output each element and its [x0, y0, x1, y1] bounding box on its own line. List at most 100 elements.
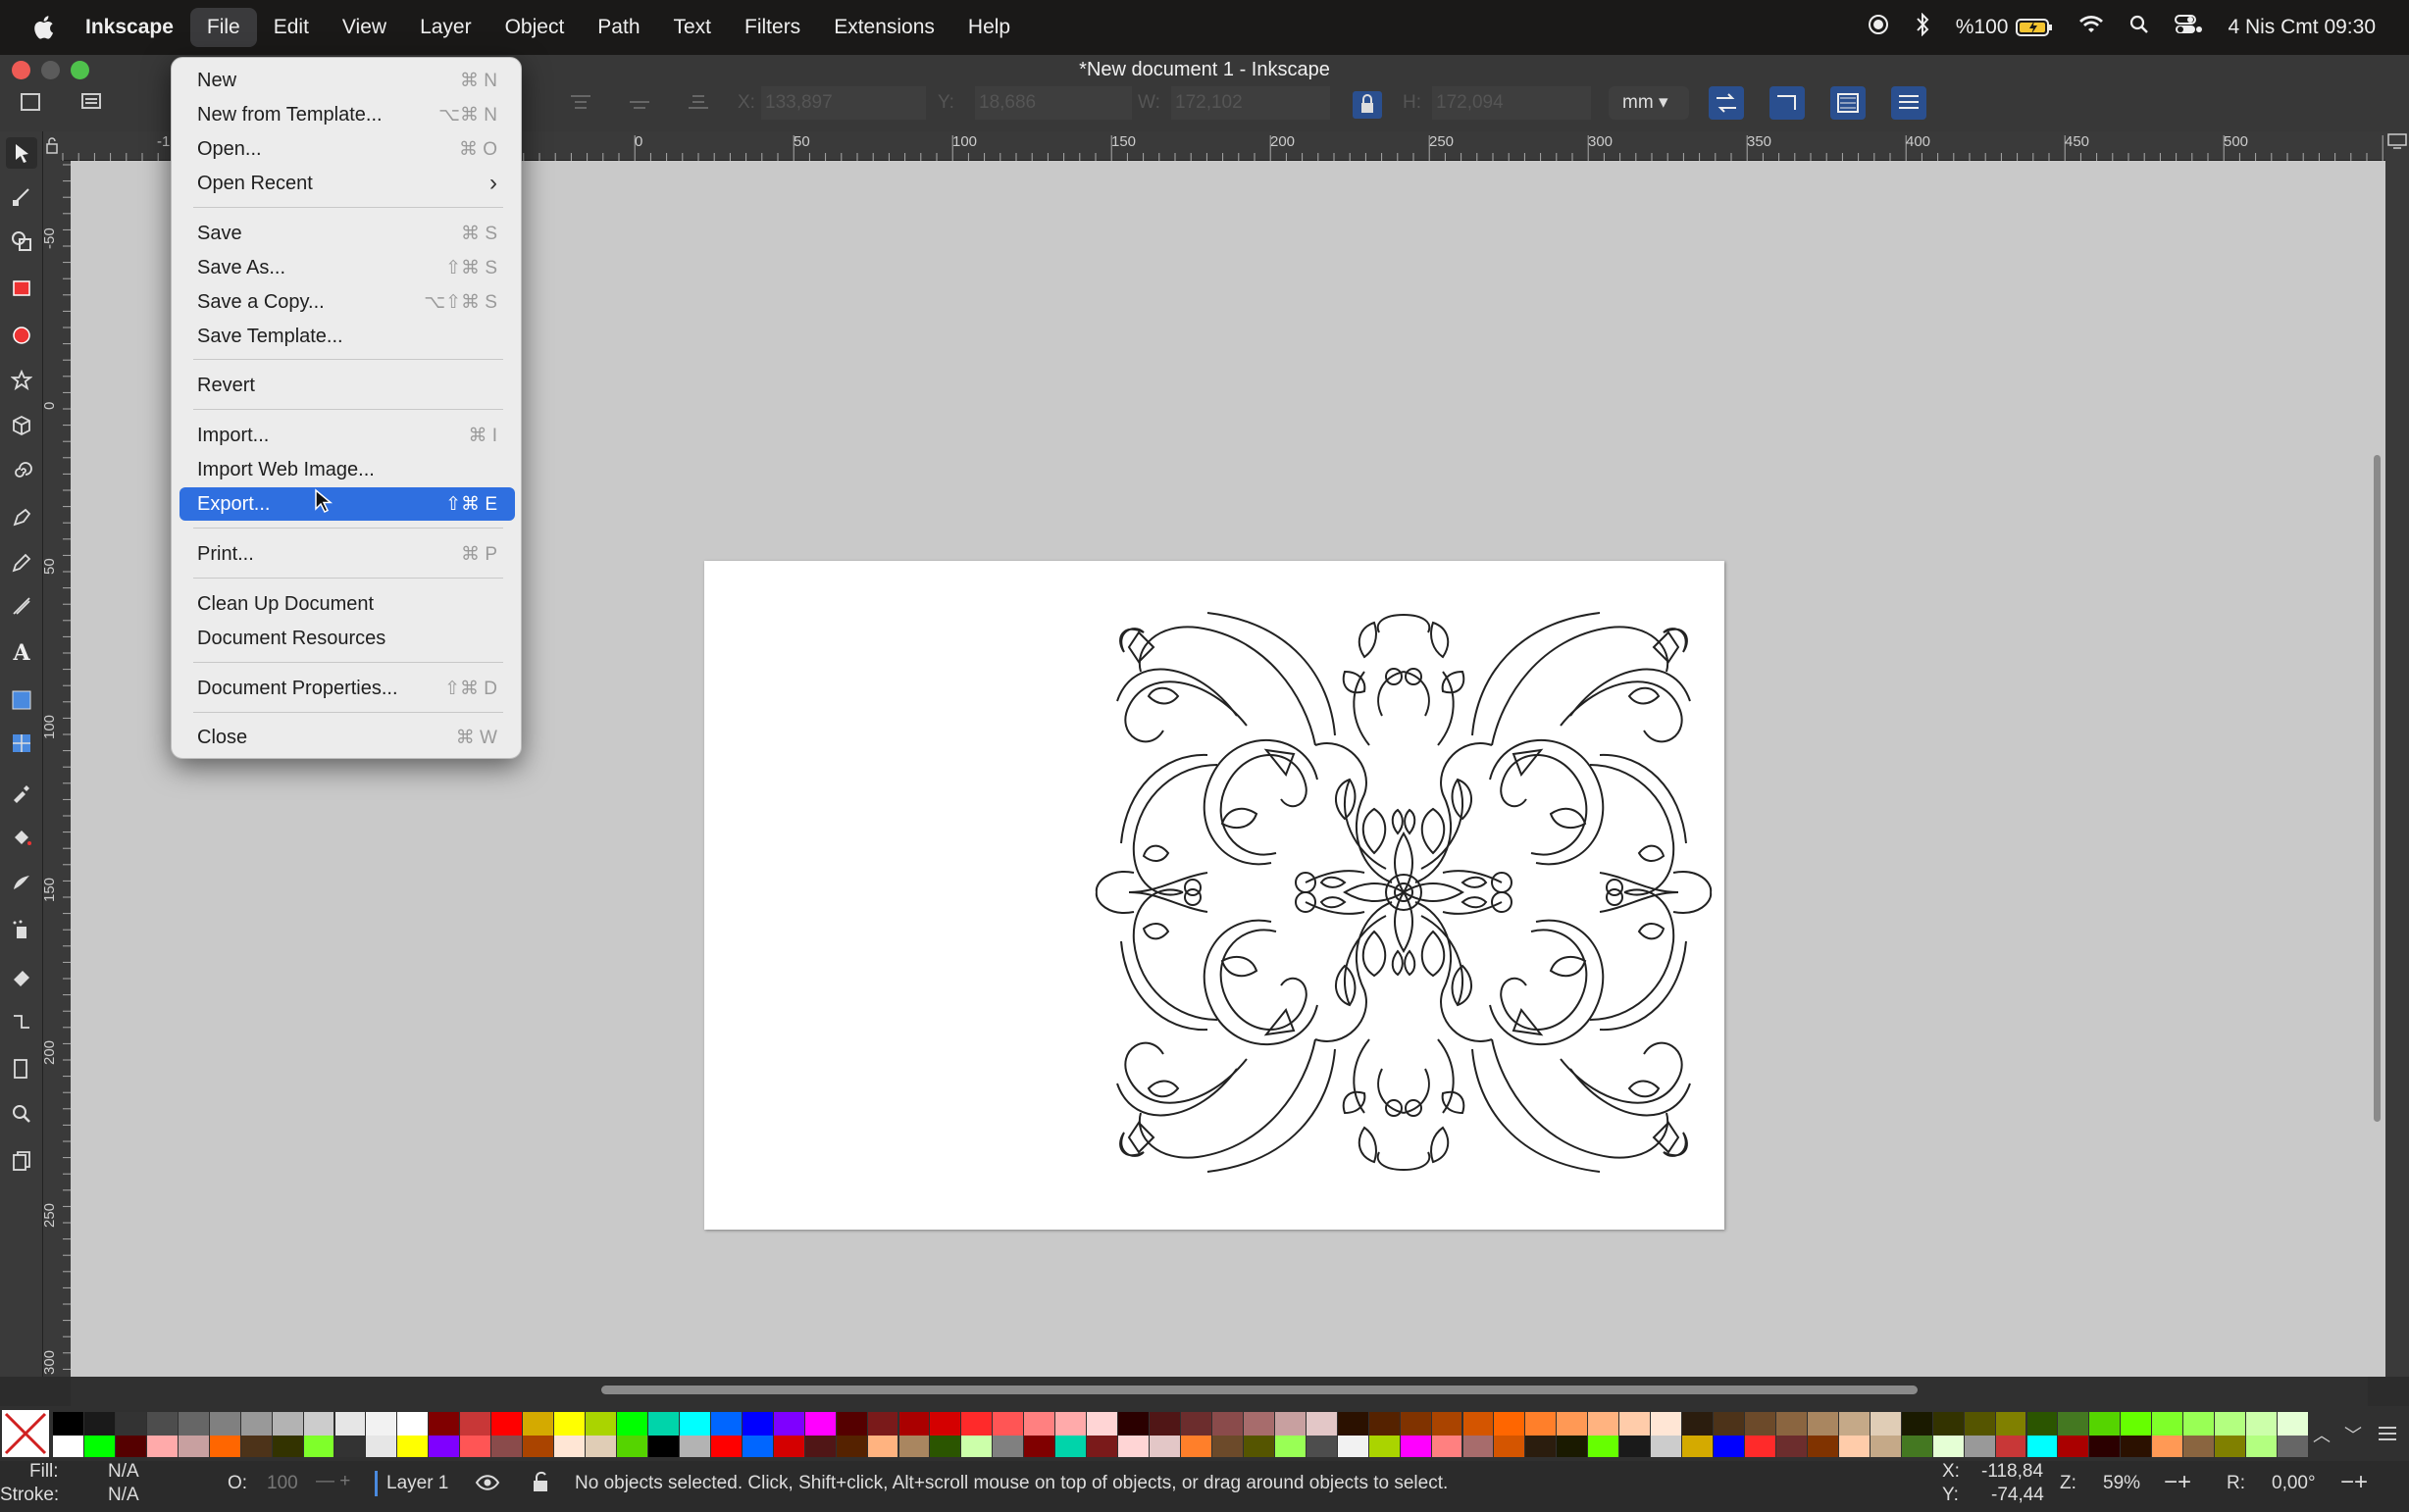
- color-swatch[interactable]: [554, 1436, 586, 1457]
- color-swatch[interactable]: [303, 1412, 334, 1437]
- color-swatch[interactable]: [1619, 1412, 1651, 1437]
- star-tool-icon[interactable]: [6, 365, 37, 396]
- color-swatch[interactable]: [491, 1436, 523, 1457]
- color-swatch[interactable]: [773, 1436, 804, 1457]
- color-swatch[interactable]: [2278, 1412, 2308, 1437]
- color-swatch[interactable]: [2246, 1412, 2278, 1437]
- zoom-input[interactable]: 59%: [2103, 1473, 2140, 1494]
- unit-select[interactable]: mm ▾: [1609, 86, 1689, 120]
- color-swatch[interactable]: [993, 1412, 1024, 1437]
- menu-item-document-resources[interactable]: Document Resources: [179, 622, 515, 655]
- window-zoom-button[interactable]: [71, 61, 89, 79]
- eraser-tool-icon[interactable]: [6, 961, 37, 992]
- color-swatch[interactable]: [1964, 1436, 1995, 1457]
- zoom-tool-icon[interactable]: [6, 1098, 37, 1130]
- raise-icon[interactable]: [569, 92, 592, 112]
- color-swatch[interactable]: [647, 1436, 679, 1457]
- color-swatch[interactable]: [836, 1412, 867, 1437]
- color-swatch[interactable]: [1494, 1412, 1525, 1437]
- color-swatch[interactable]: [240, 1412, 272, 1437]
- color-swatch[interactable]: [1807, 1436, 1838, 1457]
- color-swatch[interactable]: [1932, 1412, 1964, 1437]
- color-swatch[interactable]: [1337, 1436, 1368, 1457]
- menu-item-new-from-template[interactable]: New from Template... ⌥⌘ N: [179, 98, 515, 131]
- menu-item-import-web-image[interactable]: Import Web Image...: [179, 453, 515, 486]
- color-swatch[interactable]: [742, 1436, 773, 1457]
- color-swatch[interactable]: [2089, 1412, 2121, 1437]
- color-swatch[interactable]: [1901, 1412, 1932, 1437]
- menu-item-save-a-copy[interactable]: Save a Copy... ⌥⇧⌘ S: [179, 285, 515, 319]
- color-swatch[interactable]: [617, 1412, 647, 1437]
- color-swatch[interactable]: [523, 1412, 554, 1437]
- color-swatch[interactable]: [178, 1412, 209, 1437]
- color-swatch[interactable]: [240, 1436, 272, 1457]
- color-swatch[interactable]: [1745, 1412, 1775, 1437]
- color-swatch[interactable]: [272, 1436, 303, 1457]
- color-swatch[interactable]: [460, 1412, 491, 1437]
- color-swatch[interactable]: [1400, 1436, 1431, 1457]
- menu-item-new[interactable]: New ⌘ N: [179, 64, 515, 97]
- menu-object[interactable]: Object: [488, 8, 582, 47]
- color-swatch[interactable]: [1306, 1436, 1337, 1457]
- palette-scroll-up-icon[interactable]: ︿: [2313, 1422, 2331, 1447]
- color-swatch[interactable]: [83, 1412, 115, 1437]
- menu-item-save-template[interactable]: Save Template...: [179, 320, 515, 353]
- color-swatch[interactable]: [1150, 1436, 1180, 1457]
- pages-tool-icon[interactable]: [6, 1145, 37, 1177]
- vertical-scroll-thumb[interactable]: [2374, 455, 2381, 1122]
- color-swatch[interactable]: [2152, 1412, 2183, 1437]
- calligraphy-tool-icon[interactable]: [6, 590, 37, 622]
- color-swatch[interactable]: [1682, 1412, 1714, 1437]
- selector-tool-icon[interactable]: [6, 137, 37, 169]
- color-swatch[interactable]: [2058, 1436, 2089, 1457]
- color-swatch[interactable]: [366, 1436, 397, 1457]
- color-swatch[interactable]: [491, 1412, 523, 1437]
- rotation-stepper-icon[interactable]: −+: [2340, 1469, 2368, 1496]
- vertical-scrollbar[interactable]: [2368, 161, 2385, 1377]
- color-swatch[interactable]: [2026, 1412, 2058, 1437]
- color-swatch[interactable]: [1557, 1436, 1588, 1457]
- color-swatch[interactable]: [366, 1412, 397, 1437]
- color-swatch[interactable]: [2058, 1412, 2089, 1437]
- color-swatch[interactable]: [898, 1436, 930, 1457]
- bluetooth-icon[interactable]: [1915, 12, 1930, 42]
- color-swatch[interactable]: [1995, 1412, 2026, 1437]
- layer-lock-icon[interactable]: [532, 1471, 549, 1492]
- document-page[interactable]: [704, 561, 1724, 1230]
- color-swatch[interactable]: [1211, 1436, 1243, 1457]
- opacity-input[interactable]: 100: [267, 1473, 298, 1494]
- color-swatch[interactable]: [1024, 1436, 1055, 1457]
- color-swatch[interactable]: [961, 1436, 993, 1457]
- lower-icon[interactable]: [628, 92, 651, 112]
- menu-item-export[interactable]: Export... ⇧⌘ E: [179, 487, 515, 521]
- color-swatch[interactable]: [1995, 1436, 2026, 1457]
- clock[interactable]: 4 Nis Cmt 09:30: [2228, 16, 2376, 39]
- color-swatch[interactable]: [2152, 1436, 2183, 1457]
- stroke-value[interactable]: N/A: [108, 1485, 139, 1506]
- color-swatch[interactable]: [1087, 1412, 1118, 1437]
- color-swatch[interactable]: [679, 1412, 710, 1437]
- menu-item-clean-up-document[interactable]: Clean Up Document: [179, 587, 515, 621]
- color-swatch[interactable]: [1306, 1412, 1337, 1437]
- menu-item-revert[interactable]: Revert: [179, 369, 515, 402]
- menu-layer[interactable]: Layer: [403, 8, 488, 47]
- color-swatch[interactable]: [804, 1412, 836, 1437]
- menu-item-print[interactable]: Print... ⌘ P: [179, 537, 515, 571]
- color-swatch[interactable]: [554, 1412, 586, 1437]
- color-swatch[interactable]: [1181, 1436, 1211, 1457]
- color-swatch[interactable]: [146, 1412, 178, 1437]
- color-swatch[interactable]: [429, 1436, 460, 1457]
- color-swatch[interactable]: [1462, 1412, 1494, 1437]
- y-input[interactable]: 18,686: [975, 86, 1132, 120]
- color-swatch[interactable]: [115, 1436, 146, 1457]
- color-swatch[interactable]: [1964, 1412, 1995, 1437]
- spiral-tool-icon[interactable]: [6, 455, 37, 486]
- zoom-stepper-icon[interactable]: −+: [2164, 1469, 2191, 1496]
- ruler-corner-lock-icon[interactable]: [43, 131, 61, 161]
- color-swatch[interactable]: [1150, 1412, 1180, 1437]
- menu-item-save-as[interactable]: Save As... ⇧⌘ S: [179, 251, 515, 284]
- gradient-tool-icon[interactable]: [6, 684, 37, 716]
- color-swatch[interactable]: [1024, 1412, 1055, 1437]
- paint-bucket-tool-icon[interactable]: [6, 822, 37, 853]
- color-swatch[interactable]: [1274, 1436, 1306, 1457]
